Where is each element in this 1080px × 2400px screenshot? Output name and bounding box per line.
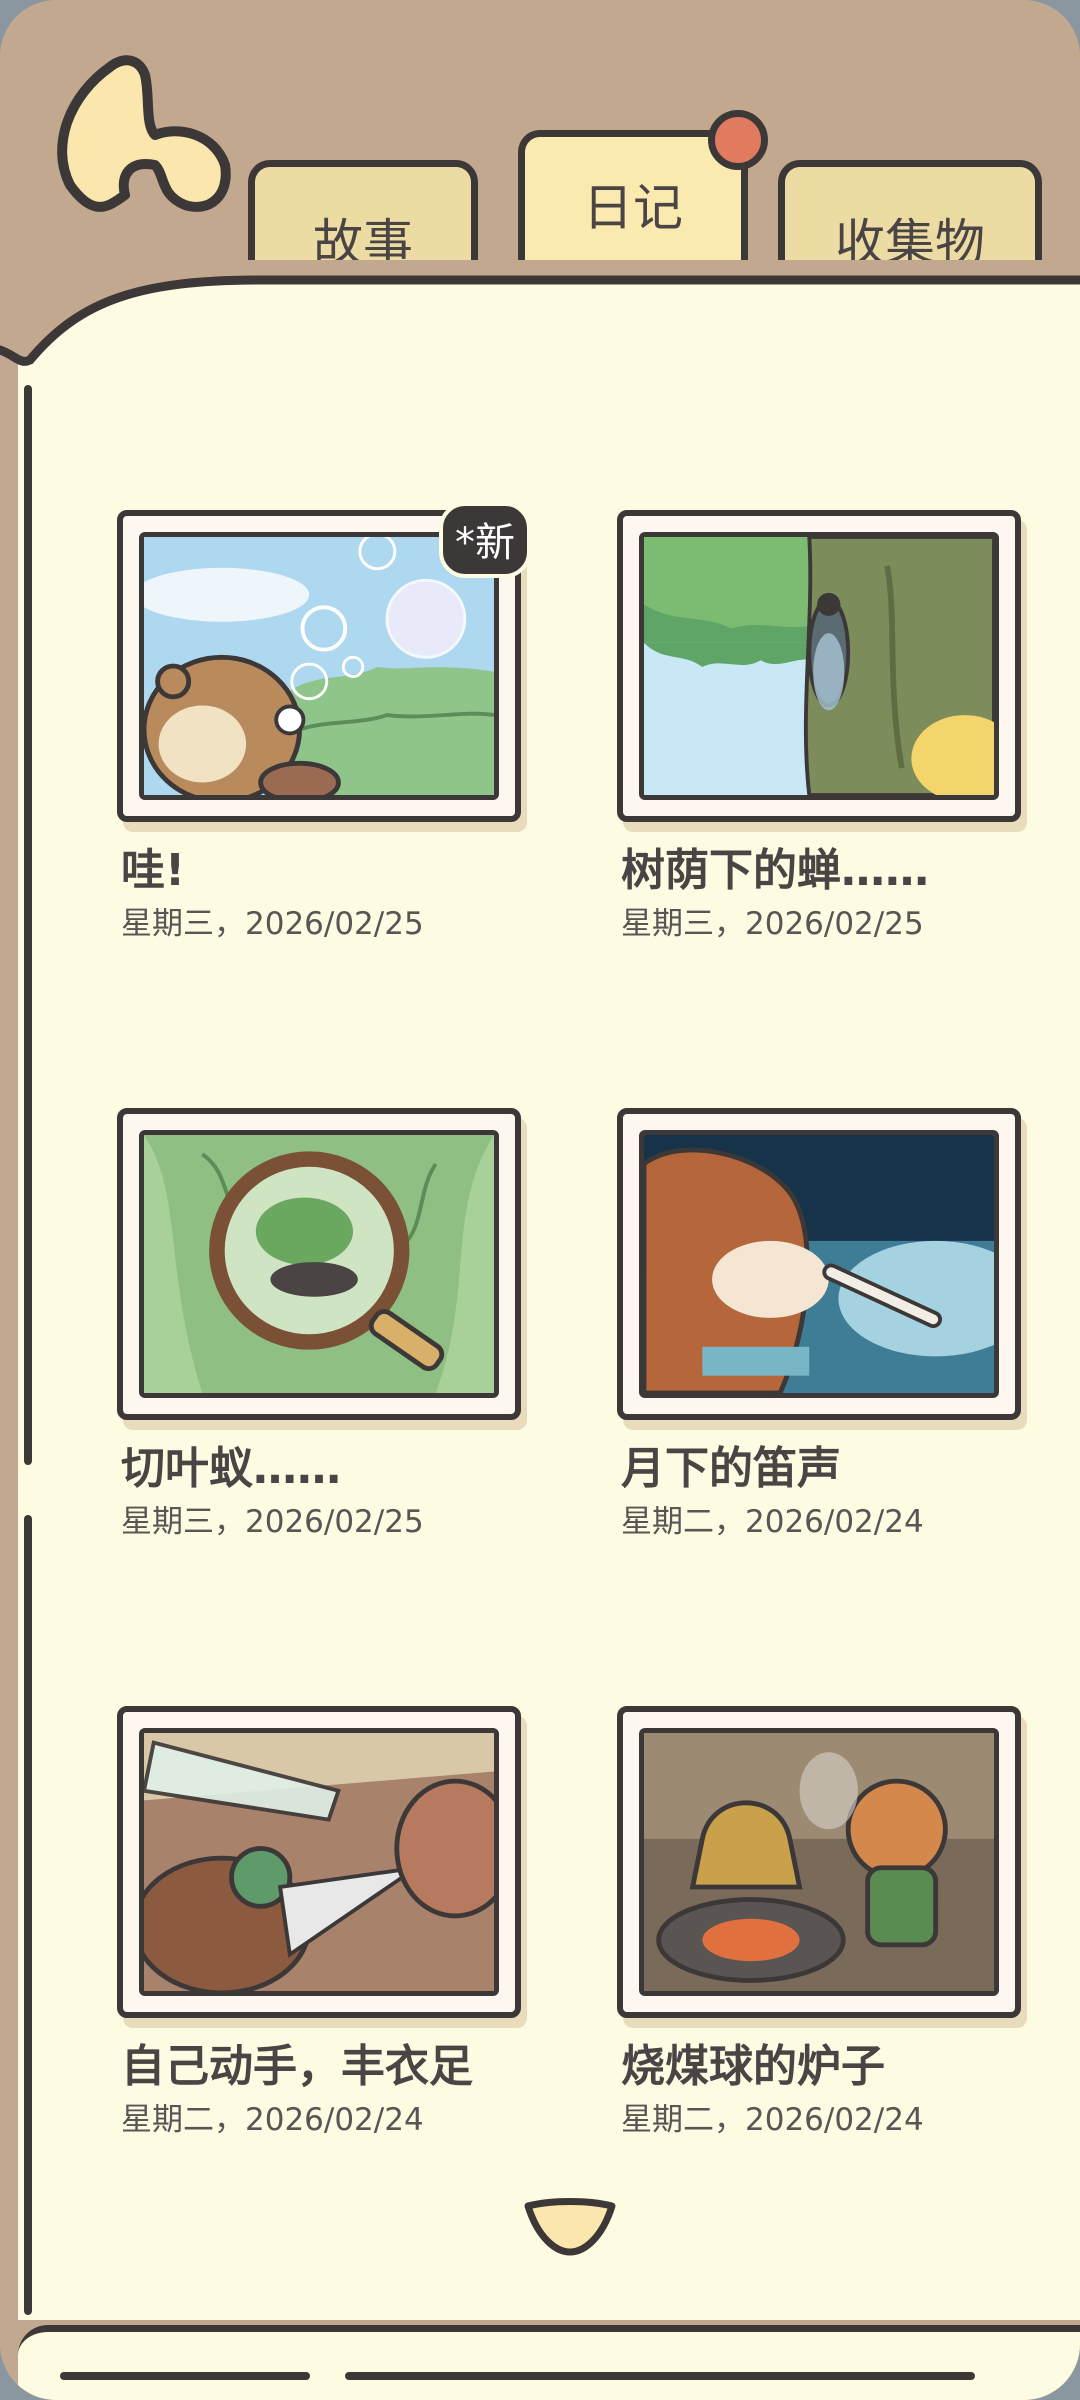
leafcutter-ant-illustration <box>139 1130 499 1398</box>
entry-title: 哇! <box>121 845 186 896</box>
entry-date: 星期二，2026/02/24 <box>621 1504 924 1540</box>
entry-title: 树荫下的蝉…… <box>621 845 929 896</box>
entry-photo <box>617 1706 1021 2018</box>
diary-entry-card[interactable]: 月下的笛声 星期二，2026/02/24 <box>617 1108 1027 1541</box>
cicada-tree-illustration <box>639 532 999 800</box>
diary-entry-card[interactable]: 烧煤球的炉子 星期二，2026/02/24 <box>617 1706 1027 2139</box>
book-bottom-page <box>18 2325 1080 2400</box>
entry-title: 切叶蚁…… <box>121 1443 341 1494</box>
entry-date: 星期二，2026/02/24 <box>621 2102 924 2138</box>
entry-date: 星期三，2026/02/25 <box>621 906 924 942</box>
entry-photo: *新 <box>117 502 531 822</box>
diary-entry-card[interactable]: 树荫下的蝉…… 星期三，2026/02/25 <box>617 510 1027 943</box>
entry-date: 星期三，2026/02/25 <box>121 1504 424 1540</box>
back-arrow-icon[interactable] <box>50 55 250 235</box>
coal-stove-illustration <box>639 1728 999 1996</box>
entry-title: 月下的笛声 <box>621 1443 841 1494</box>
entry-photo <box>117 1706 521 2018</box>
entry-date: 星期三，2026/02/25 <box>121 906 424 942</box>
book-spine-line <box>24 1515 32 2315</box>
diary-entry-card[interactable]: 切叶蚁…… 星期三，2026/02/25 <box>117 1108 527 1541</box>
entry-title: 烧煤球的炉子 <box>621 2041 885 2092</box>
app-frame: 故事 日记 收集物 *新 哇! 星期三，2026/02/25 树荫下的蝉…… 星… <box>0 0 1080 2400</box>
page-edge-line <box>60 2372 310 2380</box>
notification-dot <box>708 110 768 170</box>
entry-photo <box>117 1108 521 1420</box>
diy-bottle-illustration <box>139 1728 499 1996</box>
entry-date: 星期二，2026/02/24 <box>121 2102 424 2138</box>
new-badge: *新 <box>439 502 531 578</box>
diary-entry-card[interactable]: 自己动手，丰衣足 星期二，2026/02/24 <box>117 1706 527 2139</box>
entry-photo <box>617 1108 1021 1420</box>
page-edge-line <box>345 2372 975 2380</box>
diary-entry-card[interactable]: *新 哇! 星期三，2026/02/25 <box>117 502 531 943</box>
flute-moonlight-illustration <box>639 1130 999 1398</box>
book-top-edge <box>0 260 1080 366</box>
tab-diary-label: 日记 <box>583 178 683 237</box>
book-spine-line <box>24 385 32 1465</box>
bubbles-squirrel-illustration <box>139 532 499 800</box>
entry-photo <box>617 510 1021 822</box>
chevron-down-icon[interactable] <box>522 2198 618 2258</box>
entry-title: 自己动手，丰衣足 <box>121 2041 473 2092</box>
